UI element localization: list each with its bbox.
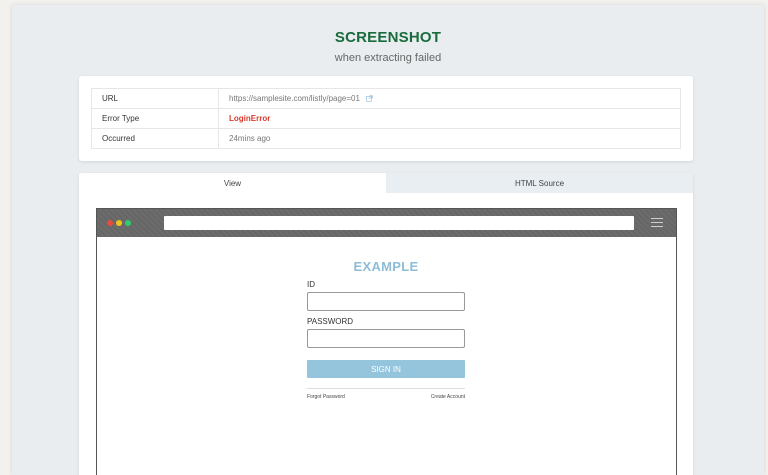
site-logo: EXAMPLE — [353, 259, 419, 274]
login-form: EXAMPLE ID PASSWORD SIGN IN Forgot Passw… — [307, 259, 465, 400]
tab-html-source[interactable]: HTML Source — [386, 173, 693, 193]
form-divider — [307, 388, 465, 389]
create-account-link: Create Account — [430, 394, 465, 400]
id-label: ID — [307, 280, 315, 289]
password-field — [307, 329, 465, 348]
screenshot-panel: SCREENSHOT when extracting failed URL ht… — [12, 5, 764, 475]
captured-page-screenshot: EXAMPLE ID PASSWORD SIGN IN Forgot Passw… — [96, 208, 677, 475]
password-label: PASSWORD — [307, 317, 354, 326]
page-title: SCREENSHOT — [334, 29, 442, 46]
page-subtitle: when extracting failed — [334, 52, 442, 64]
external-link-icon[interactable] — [366, 95, 373, 102]
close-dot-icon — [107, 220, 113, 226]
url-value-cell: https://samplesite.com/listly/page=01 — [218, 88, 681, 109]
error-type-value: LoginError — [218, 108, 681, 129]
tab-view[interactable]: View — [79, 173, 386, 193]
browser-address-bar — [164, 216, 634, 230]
sign-in-button: SIGN IN — [307, 360, 465, 378]
occurred-label: Occurred — [91, 128, 219, 149]
table-row-occurred: Occurred 24mins ago — [91, 128, 681, 149]
minimize-dot-icon — [116, 220, 122, 226]
error-info-table: URL https://samplesite.com/listly/page=0… — [91, 88, 681, 149]
hamburger-menu-icon — [651, 218, 663, 228]
maximize-dot-icon — [125, 220, 131, 226]
browser-toolbar — [97, 209, 676, 237]
url-link[interactable]: https://samplesite.com/listly/page=01 — [229, 94, 360, 103]
error-info-card: URL https://samplesite.com/listly/page=0… — [79, 76, 693, 161]
table-row-error-type: Error Type LoginError — [91, 108, 681, 129]
viewer-tabs: View HTML Source — [79, 173, 693, 193]
table-row-url: URL https://samplesite.com/listly/page=0… — [91, 88, 681, 109]
error-type-label: Error Type — [91, 108, 219, 129]
id-field — [307, 292, 465, 311]
url-label: URL — [91, 88, 219, 109]
occurred-value: 24mins ago — [218, 128, 681, 149]
screenshot-viewer: View HTML Source EXAMPLE ID PASSWORD SIG… — [79, 173, 693, 475]
form-links: Forgot Password Create Account — [307, 394, 465, 400]
forgot-password-link: Forgot Password — [307, 394, 345, 400]
